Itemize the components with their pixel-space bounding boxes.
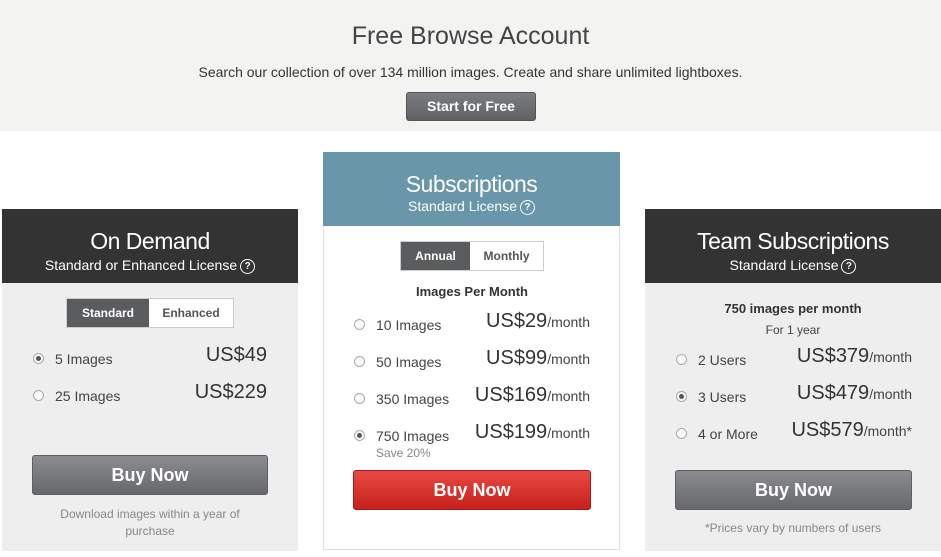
option-price: US$379/month: [796, 345, 912, 367]
tab-standard[interactable]: Standard: [67, 299, 149, 327]
radio-3-users[interactable]: [676, 391, 687, 402]
radio-50-images[interactable]: [354, 356, 365, 367]
images-per-month-heading: Images Per Month: [416, 284, 528, 299]
radio-750-images[interactable]: [354, 430, 365, 441]
team-subscriptions-panel: Team Subscriptions Standard License? 750…: [645, 209, 941, 551]
on-demand-panel: On Demand Standard or Enhanced License? …: [2, 209, 298, 551]
radio-2-users[interactable]: [676, 354, 687, 365]
option-price: US$199/month: [474, 421, 590, 443]
tab-monthly[interactable]: Monthly: [470, 242, 543, 270]
radio-25-images[interactable]: [33, 390, 44, 401]
help-icon[interactable]: ?: [519, 200, 535, 215]
subscriptions-title: Subscriptions: [405, 171, 538, 197]
subscriptions-buy-now-button[interactable]: Buy Now: [353, 470, 591, 510]
save-badge: Save 20%: [376, 446, 431, 460]
team-images-heading: 750 images per month: [724, 301, 862, 316]
tab-annual[interactable]: Annual: [401, 242, 470, 270]
option-50-images[interactable]: 50 Images US$99/month: [354, 347, 590, 376]
free-browse-banner: Free Browse Account Search our collectio…: [0, 0, 941, 131]
option-label: 25 Images: [55, 388, 121, 404]
radio-4-or-more[interactable]: [676, 428, 687, 439]
radio-5-images[interactable]: [33, 353, 44, 364]
option-price: US$49: [205, 344, 267, 366]
option-3-users[interactable]: 3 Users US$479/month: [676, 382, 912, 411]
option-price: US$579/month*: [791, 419, 912, 441]
option-price: US$229: [194, 381, 267, 403]
option-price: US$169/month: [474, 384, 590, 406]
option-2-users[interactable]: 2 Users US$379/month: [676, 345, 912, 374]
option-10-images[interactable]: 10 Images US$29/month: [354, 310, 590, 339]
on-demand-header: On Demand Standard or Enhanced License?: [2, 209, 298, 283]
option-25-images[interactable]: 25 Images US$229: [33, 381, 267, 410]
subscriptions-header: Subscriptions Standard License?: [323, 152, 620, 226]
help-icon[interactable]: ?: [841, 259, 857, 274]
team-subtitle: Standard License?: [645, 257, 941, 274]
start-for-free-button[interactable]: Start for Free: [406, 92, 536, 121]
license-toggle: Standard Enhanced: [66, 298, 234, 328]
on-demand-title: On Demand: [90, 228, 210, 254]
on-demand-buy-now-button[interactable]: Buy Now: [32, 455, 268, 495]
team-header: Team Subscriptions Standard License?: [645, 209, 941, 283]
team-period: For 1 year: [765, 323, 821, 337]
option-label: 750 Images: [376, 428, 450, 444]
option-750-images[interactable]: 750 Images US$199/month Save 20%: [354, 421, 590, 460]
option-4-or-more[interactable]: 4 or More US$579/month*: [676, 419, 912, 448]
radio-350-images[interactable]: [354, 393, 365, 404]
option-label: 3 Users: [698, 389, 747, 405]
option-label: 2 Users: [698, 352, 747, 368]
option-label: 350 Images: [376, 391, 450, 407]
option-350-images[interactable]: 350 Images US$169/month: [354, 384, 590, 413]
option-5-images[interactable]: 5 Images US$49: [33, 344, 267, 373]
help-icon[interactable]: ?: [240, 259, 256, 274]
option-label: 10 Images: [376, 317, 442, 333]
radio-10-images[interactable]: [354, 319, 365, 330]
subscriptions-panel: Subscriptions Standard License? Annual M…: [323, 152, 620, 550]
tab-enhanced[interactable]: Enhanced: [149, 299, 233, 327]
option-price: US$99/month: [486, 347, 590, 369]
option-label: 50 Images: [376, 354, 442, 370]
team-title: Team Subscriptions: [697, 228, 889, 254]
option-label: 5 Images: [55, 351, 113, 367]
on-demand-subtitle: Standard or Enhanced License?: [2, 257, 298, 274]
option-price: US$479/month: [796, 382, 912, 404]
on-demand-note: Download images within a year of purchas…: [60, 507, 240, 538]
option-price: US$29/month: [486, 310, 590, 332]
banner-description: Search our collection of over 134 millio…: [198, 64, 743, 80]
subscriptions-subtitle: Standard License?: [323, 198, 620, 215]
team-note: *Prices vary by numbers of users: [704, 521, 882, 535]
billing-toggle: Annual Monthly: [400, 241, 544, 271]
option-label: 4 or More: [698, 426, 758, 442]
team-buy-now-button[interactable]: Buy Now: [675, 470, 912, 510]
banner-title: Free Browse Account: [351, 22, 590, 50]
